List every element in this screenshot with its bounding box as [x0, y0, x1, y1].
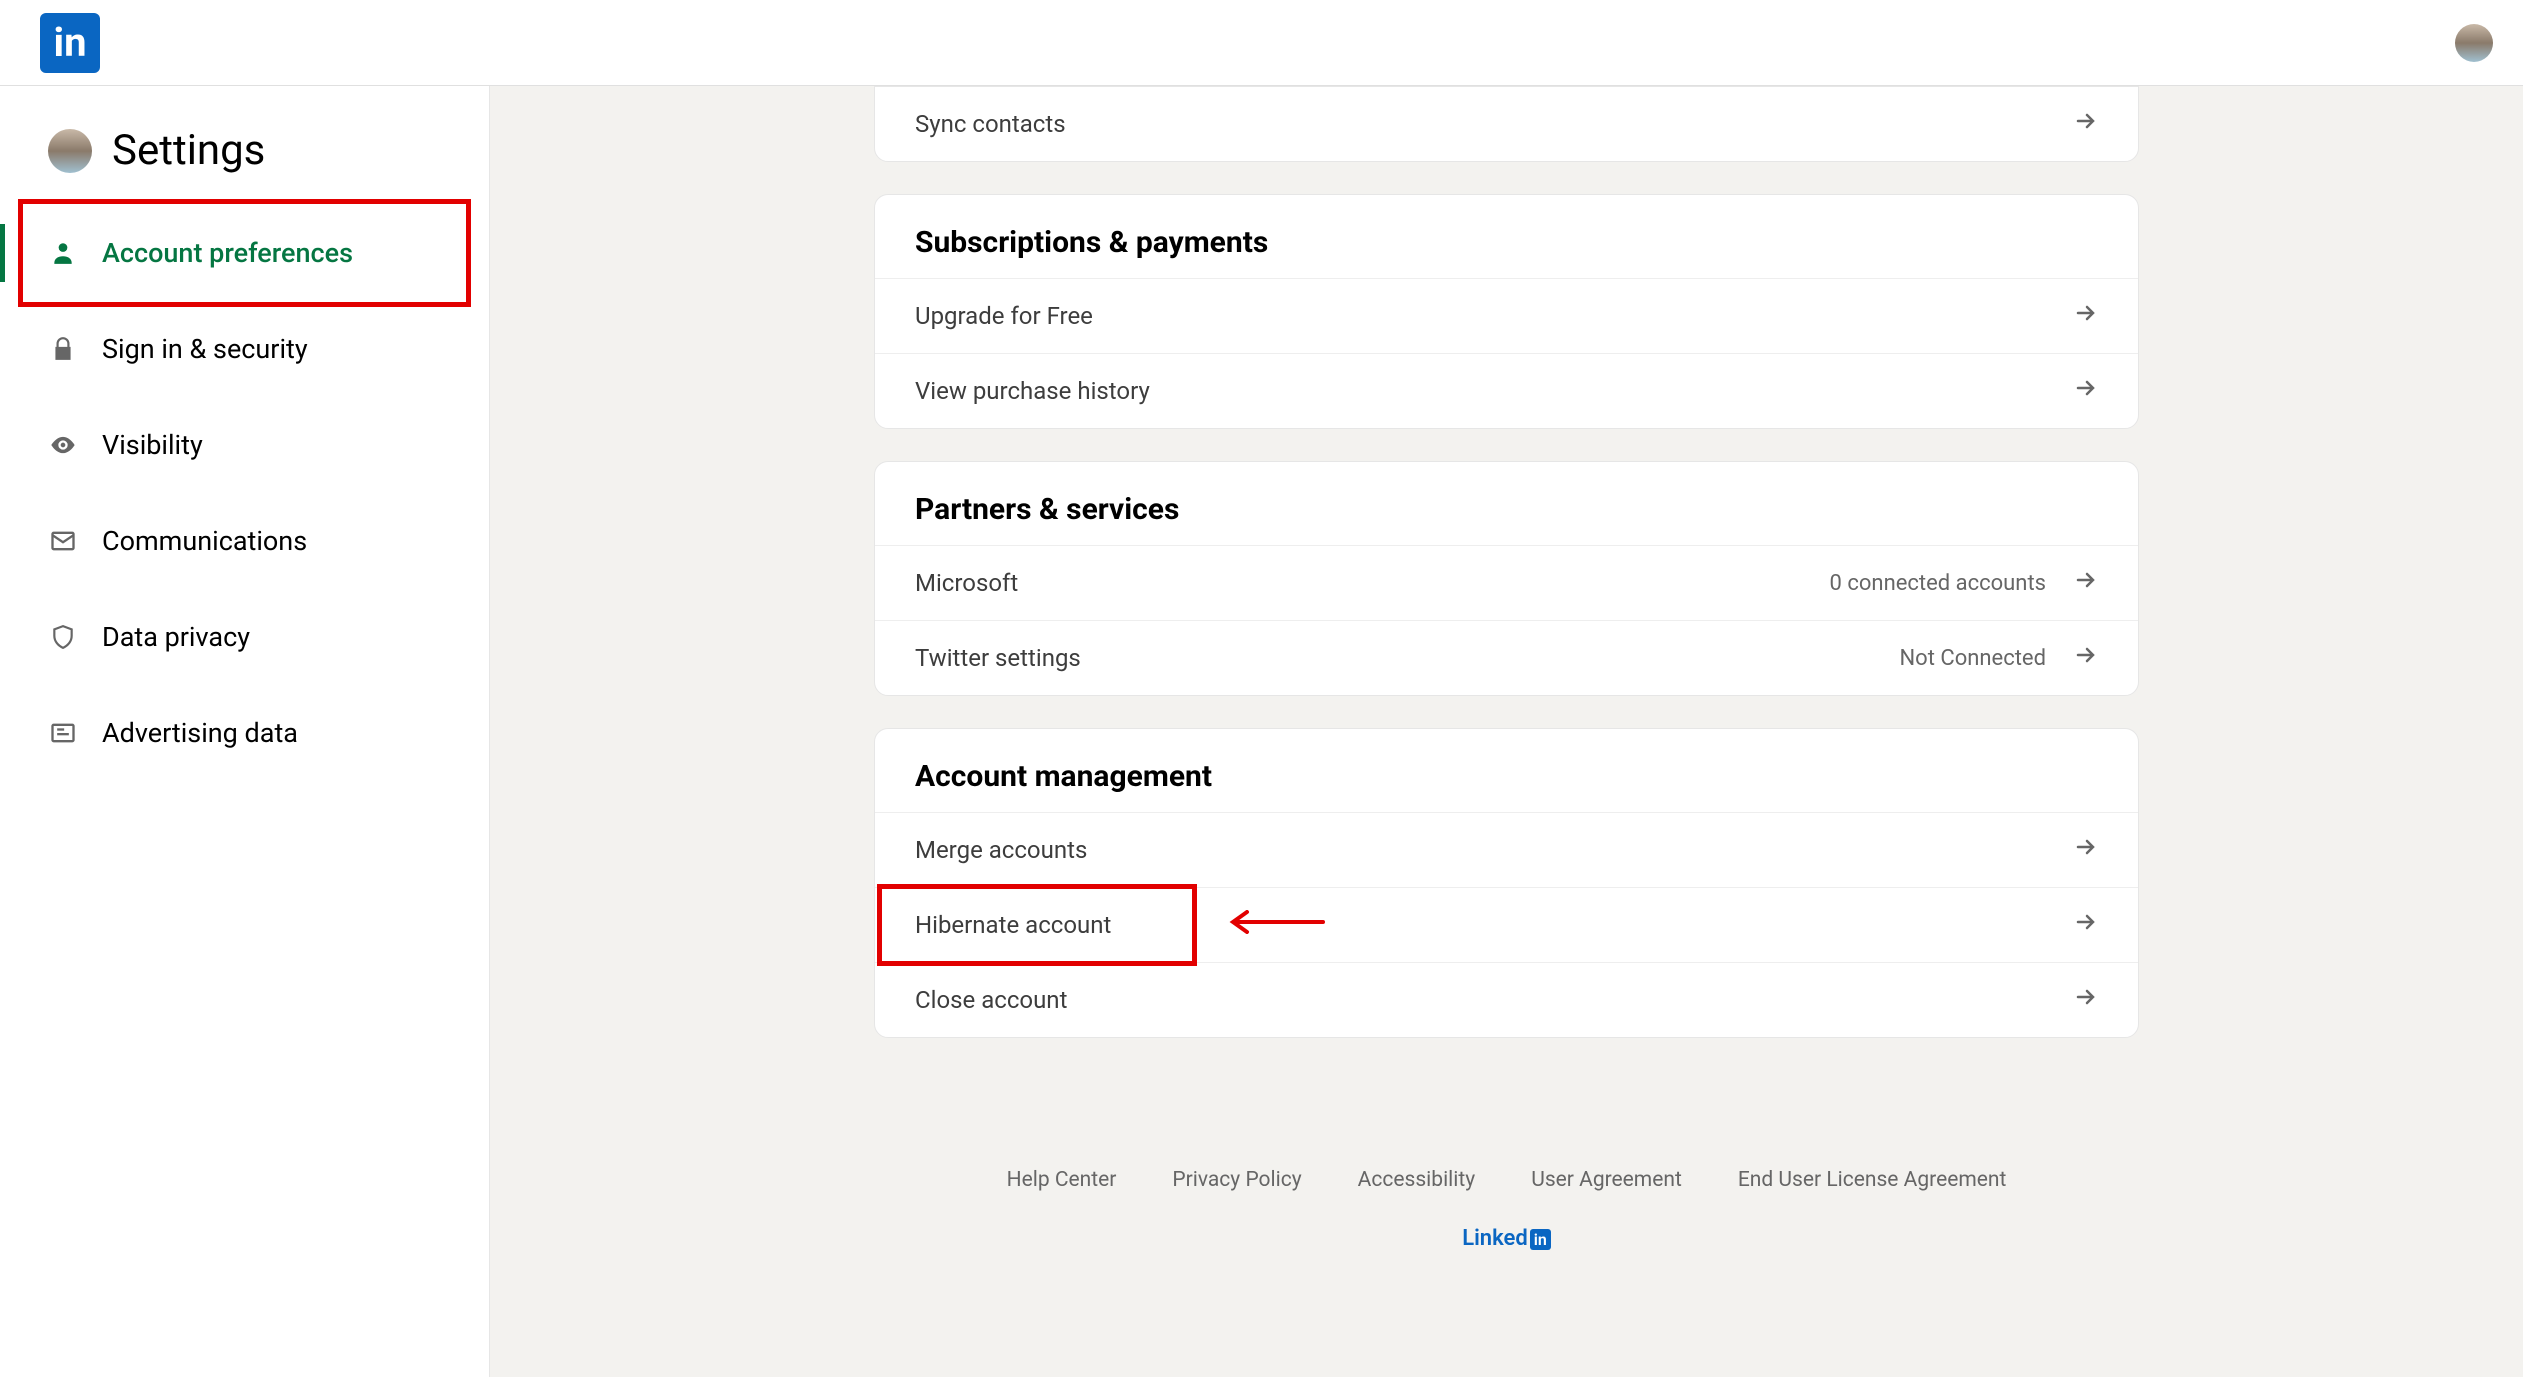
newspaper-icon [48, 718, 78, 748]
arrow-right-icon [2074, 910, 2098, 940]
linkedin-logo-text: in [53, 19, 86, 66]
row-upgrade-for-free[interactable]: Upgrade for Free [875, 278, 2138, 353]
row-label: View purchase history [915, 377, 1150, 405]
linkedin-logo[interactable]: in [40, 13, 100, 73]
arrow-right-icon [2074, 376, 2098, 406]
settings-sidebar: Settings Account preferences Sign in & s… [0, 86, 490, 1377]
footer-link-privacy-policy[interactable]: Privacy Policy [1172, 1168, 1301, 1192]
sidebar-item-sign-in-security[interactable]: Sign in & security [0, 301, 489, 397]
footer-brand-text: Linked [1462, 1226, 1528, 1251]
card-title: Account management [875, 729, 2138, 812]
row-twitter-settings[interactable]: Twitter settings Not Connected [875, 620, 2138, 695]
footer-link-eula[interactable]: End User License Agreement [1738, 1168, 2007, 1192]
sidebar-item-label: Visibility [102, 429, 203, 461]
settings-avatar[interactable] [48, 129, 92, 173]
row-label: Twitter settings [915, 644, 1081, 672]
footer-link-help-center[interactable]: Help Center [1007, 1168, 1117, 1192]
settings-header: Settings [0, 126, 489, 205]
arrow-right-icon [2074, 985, 2098, 1015]
arrow-right-icon [2074, 568, 2098, 598]
sidebar-item-label: Communications [102, 525, 307, 557]
sidebar-item-label: Sign in & security [102, 333, 308, 365]
row-label: Close account [915, 986, 1067, 1014]
row-close-account[interactable]: Close account [875, 962, 2138, 1037]
arrow-right-icon [2074, 109, 2098, 139]
footer-link-accessibility[interactable]: Accessibility [1358, 1168, 1476, 1192]
row-status: 0 connected accounts [1830, 571, 2046, 596]
arrow-right-icon [2074, 301, 2098, 331]
user-icon [48, 238, 78, 268]
footer-brand[interactable]: Linkedin [874, 1226, 2139, 1251]
linkedin-in-badge: in [1530, 1229, 1551, 1250]
arrow-right-icon [2074, 835, 2098, 865]
page-body: Settings Account preferences Sign in & s… [0, 86, 2523, 1377]
page-footer: Help Center Privacy Policy Accessibility… [874, 1168, 2139, 1251]
sidebar-item-label: Data privacy [102, 621, 250, 653]
page-title: Settings [112, 126, 265, 175]
arrow-right-icon [2074, 643, 2098, 673]
row-sync-contacts[interactable]: Sync contacts [875, 87, 2138, 161]
sidebar-item-advertising-data[interactable]: Advertising data [0, 685, 489, 781]
card-title: Subscriptions & payments [875, 195, 2138, 278]
row-label: Sync contacts [915, 110, 1066, 138]
annotation-arrow [1215, 910, 1325, 940]
sidebar-item-account-preferences[interactable]: Account preferences [0, 205, 489, 301]
lock-icon [48, 334, 78, 364]
sidebar-item-communications[interactable]: Communications [0, 493, 489, 589]
footer-links: Help Center Privacy Policy Accessibility… [874, 1168, 2139, 1192]
sidebar-item-label: Account preferences [102, 237, 353, 269]
shield-icon [48, 622, 78, 652]
row-label: Merge accounts [915, 836, 1087, 864]
card-subscriptions: Subscriptions & payments Upgrade for Fre… [874, 194, 2139, 429]
card-partial-top: Sync contacts [874, 86, 2139, 162]
row-label: Microsoft [915, 569, 1018, 597]
sidebar-item-label: Advertising data [102, 717, 298, 749]
row-merge-accounts[interactable]: Merge accounts [875, 812, 2138, 887]
card-title: Partners & services [875, 462, 2138, 545]
row-status: Not Connected [1899, 646, 2046, 671]
eye-icon [48, 430, 78, 460]
sidebar-item-data-privacy[interactable]: Data privacy [0, 589, 489, 685]
row-hibernate-account[interactable]: Hibernate account [875, 887, 2138, 962]
card-account-management: Account management Merge accounts Hibern… [874, 728, 2139, 1038]
row-label: Hibernate account [915, 911, 1111, 939]
profile-avatar-button[interactable] [2455, 24, 2493, 62]
row-label: Upgrade for Free [915, 302, 1093, 330]
sidebar-item-visibility[interactable]: Visibility [0, 397, 489, 493]
top-header: in [0, 0, 2523, 86]
card-partners: Partners & services Microsoft 0 connecte… [874, 461, 2139, 696]
row-microsoft[interactable]: Microsoft 0 connected accounts [875, 545, 2138, 620]
row-view-purchase-history[interactable]: View purchase history [875, 353, 2138, 428]
footer-link-user-agreement[interactable]: User Agreement [1531, 1168, 1682, 1192]
mail-icon [48, 526, 78, 556]
main-content: Sync contacts Subscriptions & payments U… [490, 86, 2523, 1377]
